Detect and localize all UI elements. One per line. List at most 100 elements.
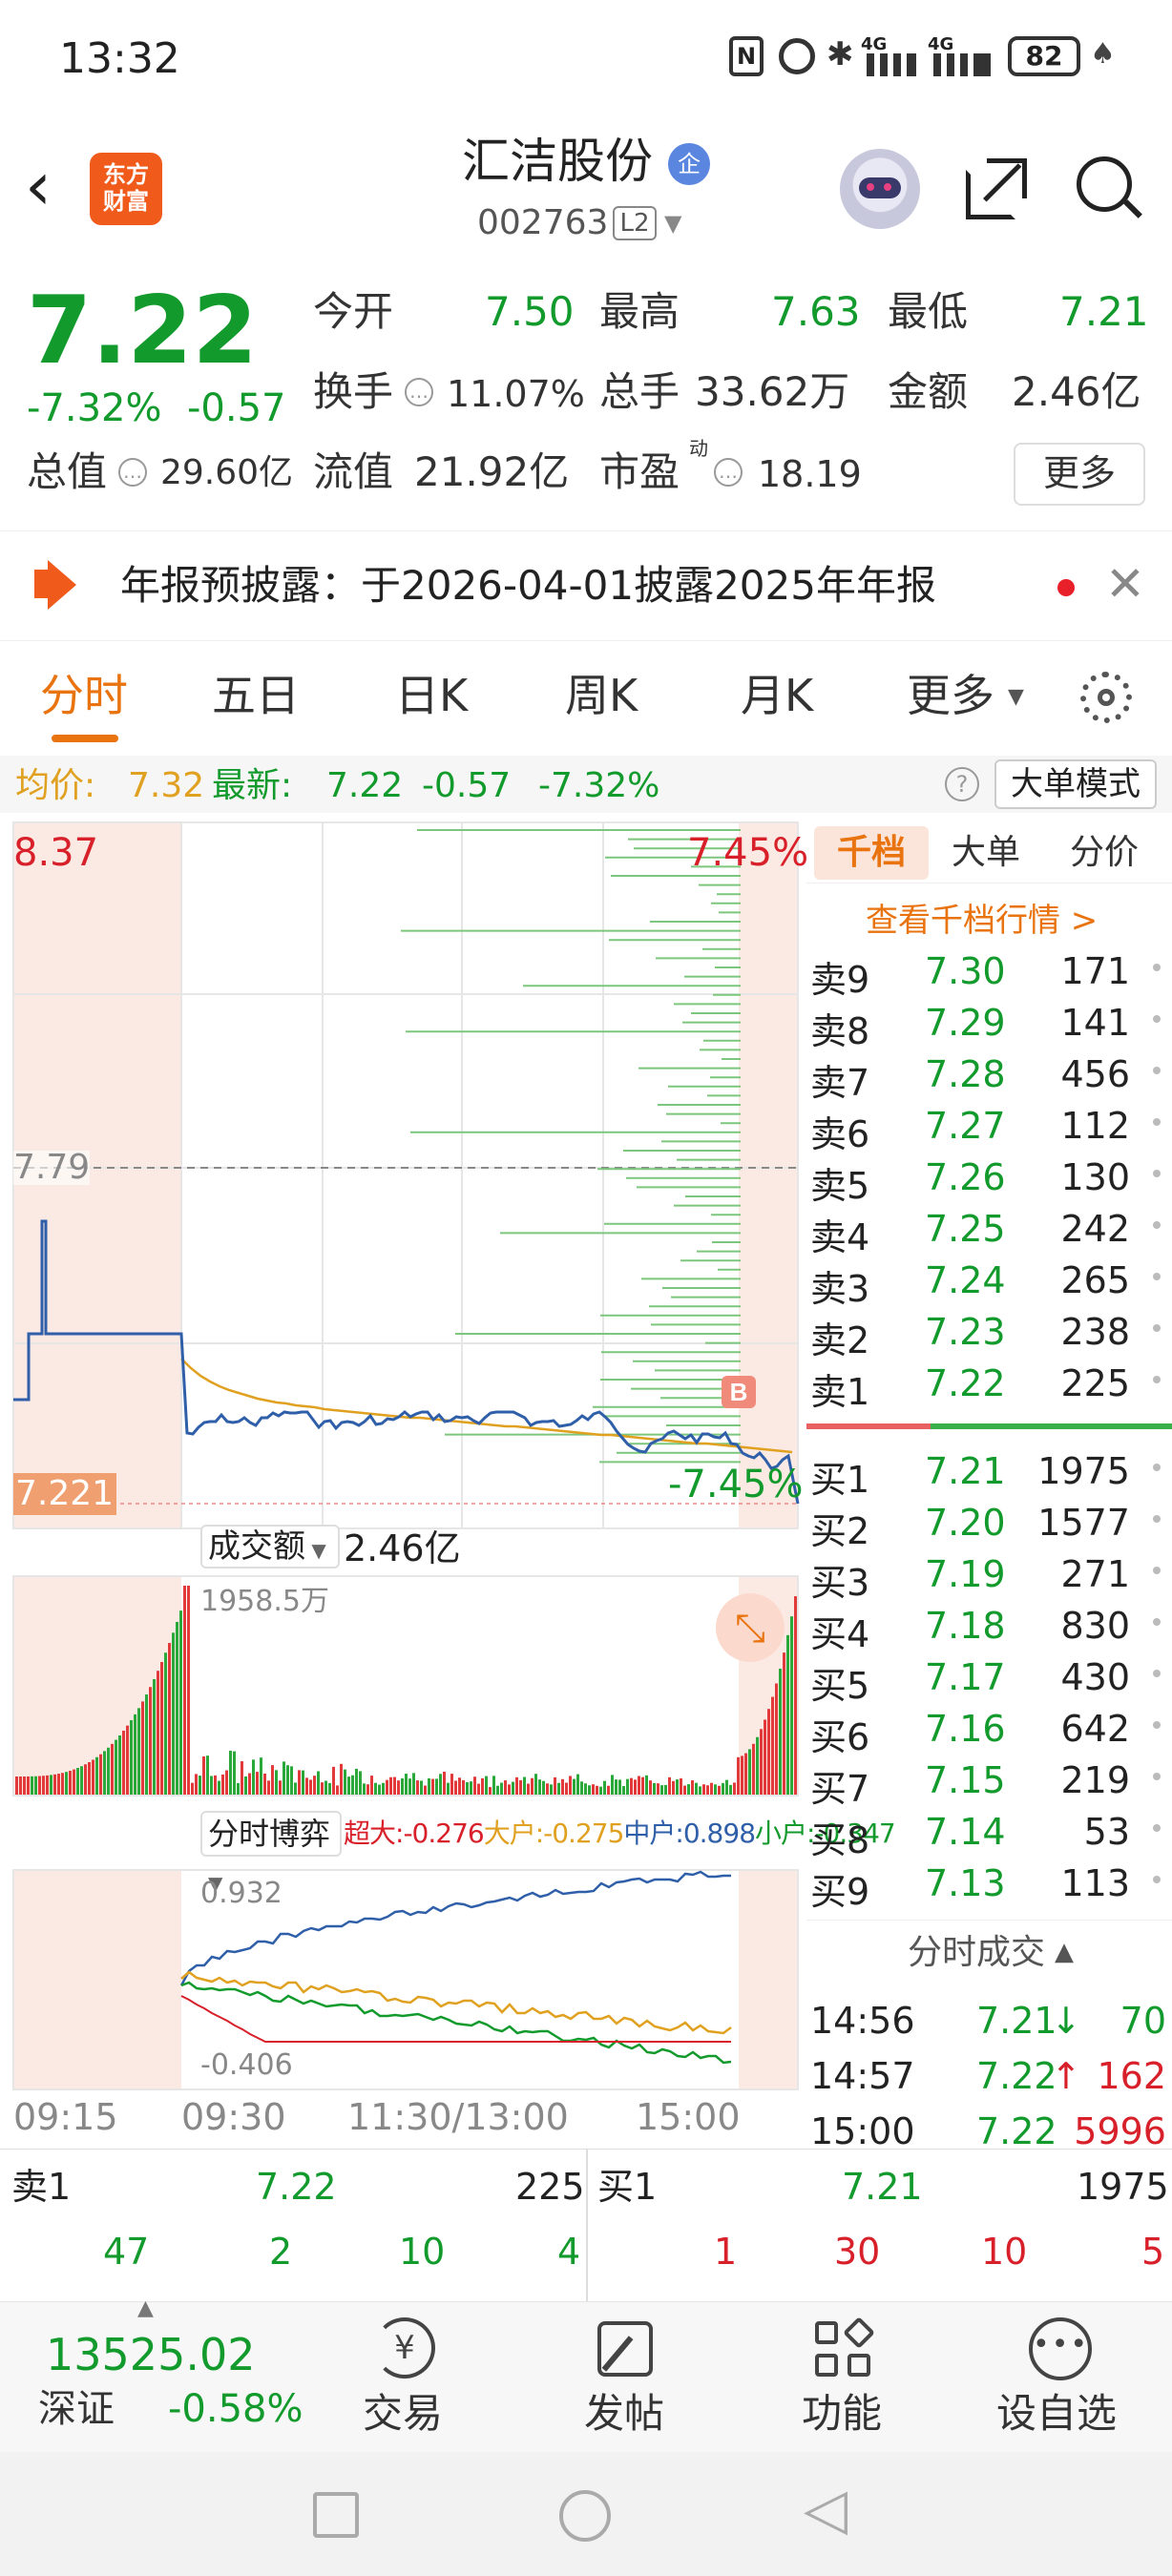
recent-apps-button[interactable] [313,2492,359,2538]
volume-bar [195,1774,198,1796]
flow-big-value: -0.275 [543,1818,624,1849]
price-axis-bottom: 7.221 [15,1474,115,1513]
volume-bar [435,1778,438,1796]
volume-bar [477,1783,480,1796]
ticks-collapse-icon[interactable]: ▲ [1055,1940,1074,1964]
tab-weekly-k[interactable]: 周K [565,674,638,717]
avg-label: 均价: [15,766,96,805]
nav-functions[interactable]: 功能 [786,2302,901,2453]
bid-level-6[interactable]: 买6 7.16 642 [806,1700,1172,1758]
bid-level-3[interactable]: 买3 7.19 271 [806,1546,1172,1604]
volume-bar [65,1772,68,1796]
nav-add-watchlist[interactable]: ••• 设自选 [989,2302,1141,2453]
pe-info-icon[interactable]: … [714,458,743,487]
stock-code: 002763 [477,203,609,242]
volume-bar [145,1694,148,1796]
tab-more-dropdown-icon[interactable]: ▼ [1008,687,1024,708]
volume-bar [512,1781,514,1796]
volume-bar [294,1782,297,1796]
volume-bar [351,1775,354,1796]
back-nav-button[interactable]: ◁ [804,2481,848,2538]
flow-selector-label: 分时博弈 [208,1816,331,1852]
close-icon[interactable]: ✕ [1105,560,1145,608]
bid-price: 7.14 [925,1811,1006,1853]
big-order-mode-button[interactable]: 大单模式 [994,759,1157,809]
tab-daily-k[interactable]: 日K [395,674,468,717]
robot-avatar-icon[interactable] [840,149,920,229]
volume-bar [126,1725,129,1796]
volume-bar [290,1766,293,1796]
enterprise-badge: 企 [668,143,710,185]
volume-bar [752,1743,755,1796]
volume-bar [283,1761,285,1796]
bid-level-7[interactable]: 买7 7.15 219 [806,1752,1172,1810]
tab-five-day[interactable]: 五日 [212,674,300,717]
level-dot [1153,1670,1161,1677]
flow-mid-value: 0.898 [682,1818,756,1849]
volume-bar [496,1785,499,1796]
volume-bar [256,1772,259,1796]
index-expand-icon: ▲ [137,2296,154,2320]
flow-selector[interactable]: 分时博弈 ▼ [200,1811,342,1895]
bid-level-5[interactable]: 买5 7.17 430 [806,1649,1172,1707]
amount-label: 金额 [888,368,969,415]
app-logo[interactable]: 东方 财富 [90,153,162,225]
volume-bar [386,1779,388,1796]
volume-bar [779,1669,782,1796]
volume-bar [305,1777,308,1796]
volume-bar [649,1780,652,1796]
index-name: 深证 [38,2387,115,2431]
intraday-chart[interactable]: B ⤡ 8.37 7.45% 7.79 7.221 -7.45% 成交额 ▼ 2… [0,813,896,2149]
nav-post[interactable]: 发帖 [569,2302,683,2453]
notice-bar[interactable]: 年报预披露：于2026-04-01披露2025年年报 ✕ [0,530,1172,641]
volume-selector-label: 成交额 [208,1527,305,1566]
volume-bar [191,1782,194,1796]
leaf-icon: ♠ [1090,37,1116,71]
bid-level-9[interactable]: 买9 7.13 113 [806,1855,1172,1913]
high-label: 最高 [599,288,680,335]
volume-bar [107,1747,110,1796]
volume-bar [370,1776,373,1796]
active-tab-indicator [52,735,118,742]
volume-bar [164,1652,167,1796]
ticks-title[interactable]: 分时成交 [908,1936,1045,1970]
volume-bar [252,1759,255,1796]
volume-bar [771,1696,774,1796]
status-bar: 13:32 N ✱ 4G 4G 82 ♠ [0,0,1172,114]
level-dot [1153,1824,1161,1832]
back-button[interactable]: ‹ [25,153,52,219]
bid-level-8[interactable]: 买8 7.14 53 [806,1803,1172,1861]
settings-gear-icon[interactable] [1080,672,1132,723]
more-button[interactable]: 更多 [1014,443,1145,506]
volume-bar [756,1736,759,1796]
volume-bar [546,1783,549,1796]
bid-level-2[interactable]: 买2 7.20 1577 [806,1494,1172,1552]
notice-text: 年报预披露：于2026-04-01披露2025年年报 [120,562,936,609]
tab-intraday[interactable]: 分时 [40,674,128,717]
bid-level-4[interactable]: 买4 7.18 830 [806,1597,1172,1655]
volume-bar [111,1743,114,1796]
tab-more[interactable]: 更多 [907,674,994,717]
home-button[interactable] [559,2490,611,2542]
info-icon[interactable]: … [118,458,147,487]
depth-ladder [401,829,741,1464]
index-pct: -0.58% [168,2387,303,2431]
nav-trade[interactable]: ¥ 交易 [347,2302,462,2453]
tab-monthly-k[interactable]: 月K [741,674,813,717]
share-icon[interactable] [966,158,1027,219]
bid-volume: 642 [1060,1708,1130,1750]
bid-level-1[interactable]: 买1 7.21 1975 [806,1443,1172,1501]
volume-selector[interactable]: 成交额 ▼ [200,1525,340,1568]
volume-bar [237,1782,240,1796]
buy-queue-3: 5 [1141,2231,1165,2273]
code-dropdown-icon[interactable]: ▼ [664,212,681,235]
turnover-info-icon[interactable]: … [405,378,433,406]
flow-postmarket-shade [739,1870,798,2089]
unread-dot [1057,579,1075,596]
index-ticker[interactable]: ▲ 13525.02 深证 -0.58% [0,2298,305,2453]
volume-bar [176,1621,178,1796]
chart-tabs: 分时 五日 日K 周K 月K 更多 ▼ [0,641,1172,756]
help-icon[interactable]: ? [945,767,979,801]
volume-max: 1958.5万 [200,1585,329,1618]
volume-bar [313,1776,316,1796]
